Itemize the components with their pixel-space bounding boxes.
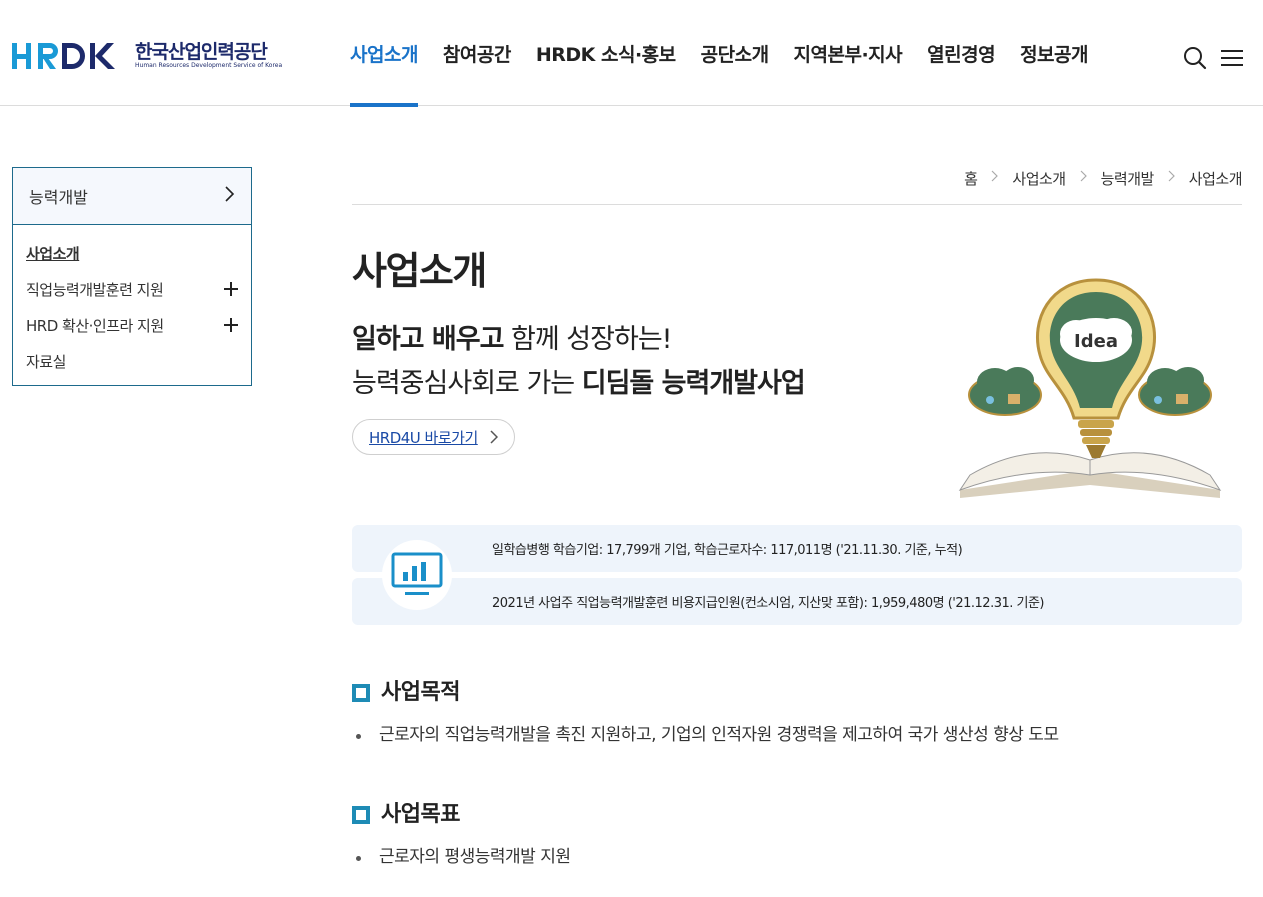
side-nav-heading-label: 능력개발 [29,188,88,207]
hrdk-logo-mark [12,40,127,72]
idea-lightbulb-illustration: Idea [950,270,1240,505]
nav-business-intro[interactable]: 사업소개 [350,0,418,107]
bullet-dot-icon [356,734,361,739]
stat-row: 2021년 사업주 직업능력개발훈련 비용지급인원(컨소시엄, 지산맞 포함):… [352,578,1242,625]
nav-information-disclosure[interactable]: 정보공개 [1020,0,1088,106]
bullet-text: 근로자의 평생능력개발 지원 [379,847,571,867]
plus-icon[interactable] [224,318,238,332]
hrdk-logo[interactable]: 한국산업인력공단 Human Resources Development Ser… [12,40,282,72]
side-nav-heading[interactable]: 능력개발 [13,168,251,225]
square-bullet-icon [352,806,370,824]
breadcrumb-level-1[interactable]: 사업소개 [1012,168,1066,189]
bar-chart-monitor-icon [382,540,452,610]
nav-participation[interactable]: 참여공간 [443,0,511,106]
slogan-line1-rest: 함께 성장하는! [503,324,672,355]
side-nav-item-label: 자료실 [26,352,66,371]
section-purpose-heading: 사업목적 [352,674,460,706]
section-title: 사업목적 [381,680,460,705]
breadcrumb-current[interactable]: 사업소개 [1189,168,1243,189]
bullet-dot-icon [356,856,361,861]
bullet-text: 근로자의 직업능력개발을 촉진 지원하고, 기업의 인적자원 경쟁력을 제고하여… [379,725,1059,745]
breadcrumb-home[interactable]: 홈 [964,168,978,189]
page-title: 사업소개 [352,249,487,293]
nav-open-management[interactable]: 열린경영 [927,0,995,106]
section-goal-bullet: 근로자의 평생능력개발 지원 [356,842,571,867]
side-nav-item-business-intro[interactable]: 사업소개 [13,235,251,271]
chevron-right-icon [225,186,235,206]
stat-text: 일학습병행 학습기업: 17,799개 기업, 학습근로자수: 117,011명… [492,543,963,558]
section-purpose-bullet: 근로자의 직업능력개발을 촉진 지원하고, 기업의 인적자원 경쟁력을 제고하여… [356,720,1059,745]
side-nav-item-label: 사업소개 [26,244,80,263]
logo-english-name: Human Resources Development Service of K… [135,62,283,69]
breadcrumb-level-2[interactable]: 능력개발 [1101,168,1155,189]
side-nav-item-training-support[interactable]: 직업능력개발훈련 지원 [13,271,251,307]
side-nav-item-label: 직업능력개발훈련 지원 [26,280,164,299]
breadcrumb: 홈 사업소개 능력개발 사업소개 [352,160,1243,205]
chevron-right-icon [991,170,999,186]
chevron-right-icon [1168,170,1175,186]
hrd4u-link-button[interactable]: HRD4U 바로가기 [352,419,515,455]
stat-row: 일학습병행 학습기업: 17,799개 기업, 학습근로자수: 117,011명… [352,525,1242,572]
illustration-idea-text: Idea [1074,331,1118,352]
chevron-right-icon [490,430,499,448]
side-nav-item-hrd-infra[interactable]: HRD 확산·인프라 지원 [13,307,251,343]
side-nav-item-label: HRD 확산·인프라 지원 [26,316,164,335]
hrd4u-link-label: HRD4U 바로가기 [369,428,478,447]
chevron-right-icon [1080,170,1087,186]
hamburger-menu-icon[interactable] [1220,46,1244,70]
search-icon[interactable] [1183,46,1207,70]
site-header: 한국산업인력공단 Human Resources Development Ser… [0,0,1263,107]
side-nav: 능력개발 사업소개 직업능력개발훈련 지원 HRD 확산·인프라 지원 자료실 [12,167,252,386]
plus-icon[interactable] [224,282,238,296]
nav-news-pr[interactable]: HRDK 소식·홍보 [536,0,676,106]
section-title: 사업목표 [381,802,460,827]
section-goal-heading: 사업목표 [352,796,460,828]
side-nav-item-archive[interactable]: 자료실 [13,343,251,379]
global-nav: 사업소개 참여공간 HRDK 소식·홍보 공단소개 지역본부·지사 열린경영 정… [350,0,1113,107]
slogan-line2-bold: 디딤돌 능력개발사업 [581,368,806,399]
slogan-bold-a: 일하고 배우고 [352,324,504,355]
slogan: 일하고 배우고 함께 성장하는! 능력중심사회로 가는 디딤돌 능력개발사업 [352,318,806,406]
slogan-line2-a: 능력중심사회로 가는 [352,368,582,399]
square-bullet-icon [352,684,370,702]
nav-about[interactable]: 공단소개 [701,0,769,106]
logo-korean-name: 한국산업인력공단 [135,41,268,63]
nav-regional-offices[interactable]: 지역본부·지사 [794,0,903,106]
stat-text: 2021년 사업주 직업능력개발훈련 비용지급인원(컨소시엄, 지산맞 포함):… [492,596,1045,611]
stats-box: 일학습병행 학습기업: 17,799개 기업, 학습근로자수: 117,011명… [352,525,1242,625]
